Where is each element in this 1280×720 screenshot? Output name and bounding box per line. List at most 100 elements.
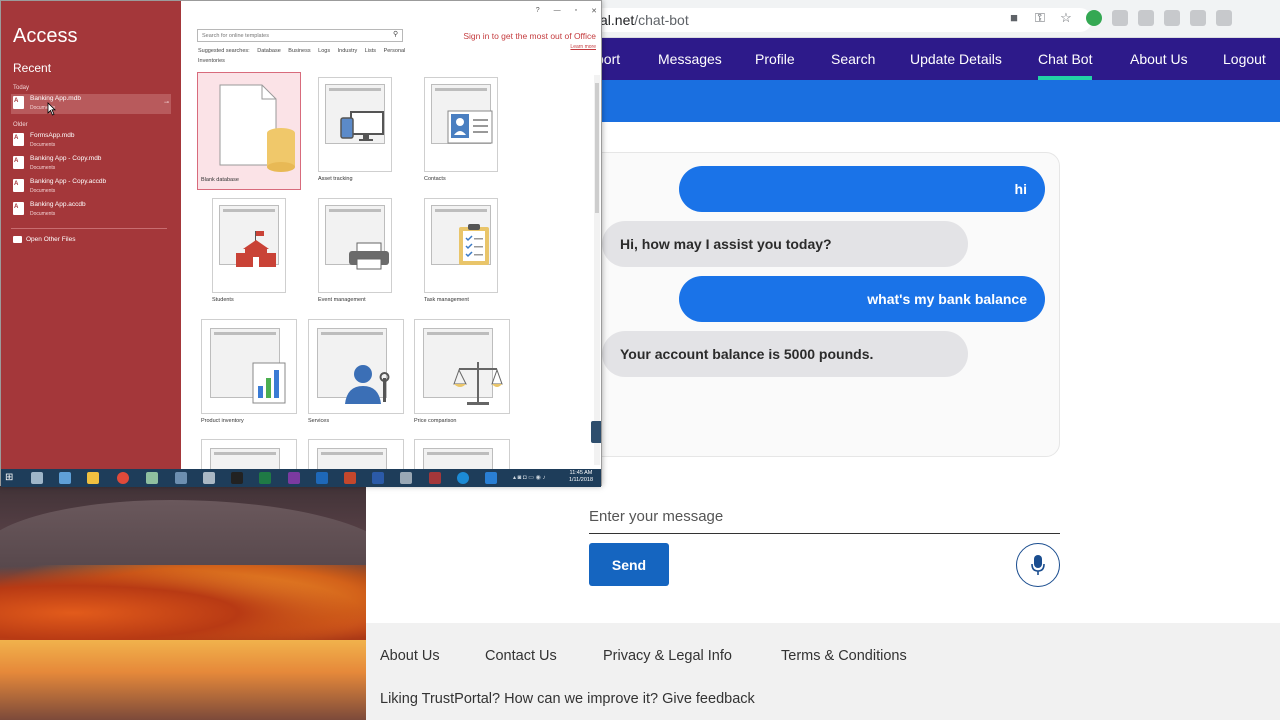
extension-grid-icon[interactable] (1216, 10, 1232, 26)
template-blank-database[interactable]: Blank database (197, 72, 301, 190)
powerpoint-icon[interactable] (344, 472, 356, 484)
access-window: Access Recent Today Banking App.mdb Docu… (0, 0, 602, 487)
edge-icon[interactable] (59, 472, 71, 484)
footer-link-privacy[interactable]: Privacy & Legal Info (603, 648, 732, 664)
templates-scrollbar[interactable] (594, 75, 600, 465)
recent-file-path: Documents (30, 188, 56, 194)
extension-green-icon[interactable] (1086, 10, 1102, 26)
help-button[interactable]: ? (536, 7, 540, 15)
recent-file-item[interactable]: Banking App - Copy.mdb Documents (11, 154, 171, 174)
nav-item-profile[interactable]: Profile (755, 38, 795, 80)
template-thumbnail-partial[interactable] (414, 439, 510, 469)
system-tray-icons[interactable]: ▴ ◙ ◘ ▭ ◉ ♪ (513, 472, 563, 484)
star-icon[interactable]: ☆ (1058, 10, 1074, 26)
search-icon[interactable]: ⚲ (393, 30, 398, 38)
recent-file-item[interactable]: Banking App.mdb Documents ⊸ (11, 94, 171, 114)
outlook-icon[interactable] (316, 472, 328, 484)
template-thumbnail-partial[interactable] (201, 439, 297, 469)
extension-icons (1086, 10, 1232, 26)
suggested-lists[interactable]: Lists (365, 48, 376, 54)
url-host: al.net (600, 12, 635, 28)
extension-refresh-icon[interactable] (1112, 10, 1128, 26)
nav-item-search[interactable]: Search (831, 38, 875, 80)
message-input[interactable] (589, 500, 1060, 534)
template-name: Product inventory (201, 418, 244, 424)
template-name: Services (308, 418, 330, 424)
key-icon[interactable]: ⚿ (1032, 10, 1048, 26)
pin-icon[interactable]: ⊸ (164, 99, 169, 106)
bot-message-bubble: Hi, how may I assist you today? (602, 221, 968, 267)
template-search-input[interactable] (197, 29, 403, 42)
sheet-graphic (317, 448, 387, 469)
app-icon[interactable] (175, 472, 187, 484)
learn-more-link[interactable]: Learn more (570, 44, 596, 50)
windows-start-icon[interactable]: ⊞ (5, 472, 17, 484)
footer-link-about-us[interactable]: About Us (380, 648, 440, 664)
chrome-icon[interactable] (117, 472, 129, 484)
signin-link[interactable]: Sign in to get the most out of Office (463, 31, 596, 41)
recent-file-item[interactable]: Banking App - Copy.accdb Documents (11, 177, 171, 197)
nav-item-update-details[interactable]: Update Details (910, 38, 1002, 80)
command-prompt-icon[interactable] (231, 472, 243, 484)
template-contacts[interactable]: Contacts (424, 77, 498, 187)
app-icon[interactable] (203, 472, 215, 484)
suggested-industry[interactable]: Industry (338, 48, 358, 54)
microphone-button[interactable] (1016, 543, 1060, 587)
file-explorer-icon[interactable] (87, 472, 99, 484)
clipboard-icon (459, 224, 489, 265)
camera-icon[interactable]: ■ (1006, 10, 1022, 26)
nav-item-chat-bot[interactable]: Chat Bot (1038, 38, 1093, 80)
feedback-link[interactable]: Liking TrustPortal? How can we improve i… (380, 691, 755, 707)
suggested-personal[interactable]: Personal (384, 48, 406, 54)
task-view-icon[interactable] (31, 472, 43, 484)
nav-item-about-us[interactable]: About Us (1130, 38, 1188, 80)
template-services[interactable]: Services (308, 319, 404, 427)
word-icon[interactable] (372, 472, 384, 484)
taskbar-clock[interactable]: 11:45 AM 1/11/2018 (569, 470, 593, 484)
scrollbar-thumb[interactable] (595, 83, 599, 213)
minimize-button[interactable]: — (554, 7, 561, 15)
app-icon[interactable] (400, 472, 412, 484)
template-product-inventory[interactable]: Product inventory (201, 319, 297, 427)
recent-file-item[interactable]: Banking App.accdb Documents (11, 200, 171, 220)
template-event-management[interactable]: Event management (318, 198, 392, 308)
template-students[interactable]: Students (212, 198, 286, 308)
app-icon[interactable] (146, 472, 158, 484)
extension-g-icon[interactable] (1190, 10, 1206, 26)
today-label: Today (13, 85, 30, 91)
address-bar-icons: ■ ⚿ ☆ (1006, 10, 1074, 26)
window-controls: ? — ▫ ✕ (536, 7, 597, 15)
template-name: Asset tracking (318, 176, 353, 182)
template-thumbnail-partial[interactable] (308, 439, 404, 469)
recent-heading: Recent (13, 61, 52, 75)
suggested-database[interactable]: Database (257, 48, 281, 54)
suggested-inventories[interactable]: Inventories (198, 58, 225, 64)
footer-link-terms[interactable]: Terms & Conditions (781, 648, 907, 664)
side-feedback-tab[interactable] (591, 421, 601, 443)
send-button[interactable]: Send (589, 543, 669, 586)
access-icon[interactable] (429, 472, 441, 484)
extension-square-icon[interactable] (1164, 10, 1180, 26)
excel-icon[interactable] (259, 472, 271, 484)
clock-date: 1/11/2018 (568, 477, 593, 483)
onenote-icon[interactable] (288, 472, 300, 484)
template-price-comparison[interactable]: Price comparison (414, 319, 510, 427)
access-file-icon (13, 96, 24, 109)
suggested-logs[interactable]: Logs (318, 48, 330, 54)
restore-button[interactable]: ▫ (575, 7, 577, 15)
nav-item-logout[interactable]: Logout (1223, 38, 1266, 80)
teamviewer-icon[interactable] (457, 472, 469, 484)
template-asset-tracking[interactable]: Asset tracking (318, 77, 392, 187)
extension-shield-icon[interactable] (1138, 10, 1154, 26)
footer-link-contact-us[interactable]: Contact Us (485, 648, 557, 664)
suggested-business[interactable]: Business (288, 48, 310, 54)
service-person-icon (345, 365, 390, 404)
user-message-bubble: what's my bank balance (679, 276, 1045, 322)
open-other-files-link[interactable]: Open Other Files (13, 236, 76, 243)
nav-item-messages[interactable]: Messages (658, 38, 722, 80)
close-button[interactable]: ✕ (591, 7, 597, 15)
template-task-management[interactable]: Task management (424, 198, 498, 308)
recent-file-item[interactable]: FormsApp.mdb Documents (11, 131, 171, 151)
recent-file-path: Documents (30, 165, 56, 171)
app-icon[interactable] (485, 472, 497, 484)
